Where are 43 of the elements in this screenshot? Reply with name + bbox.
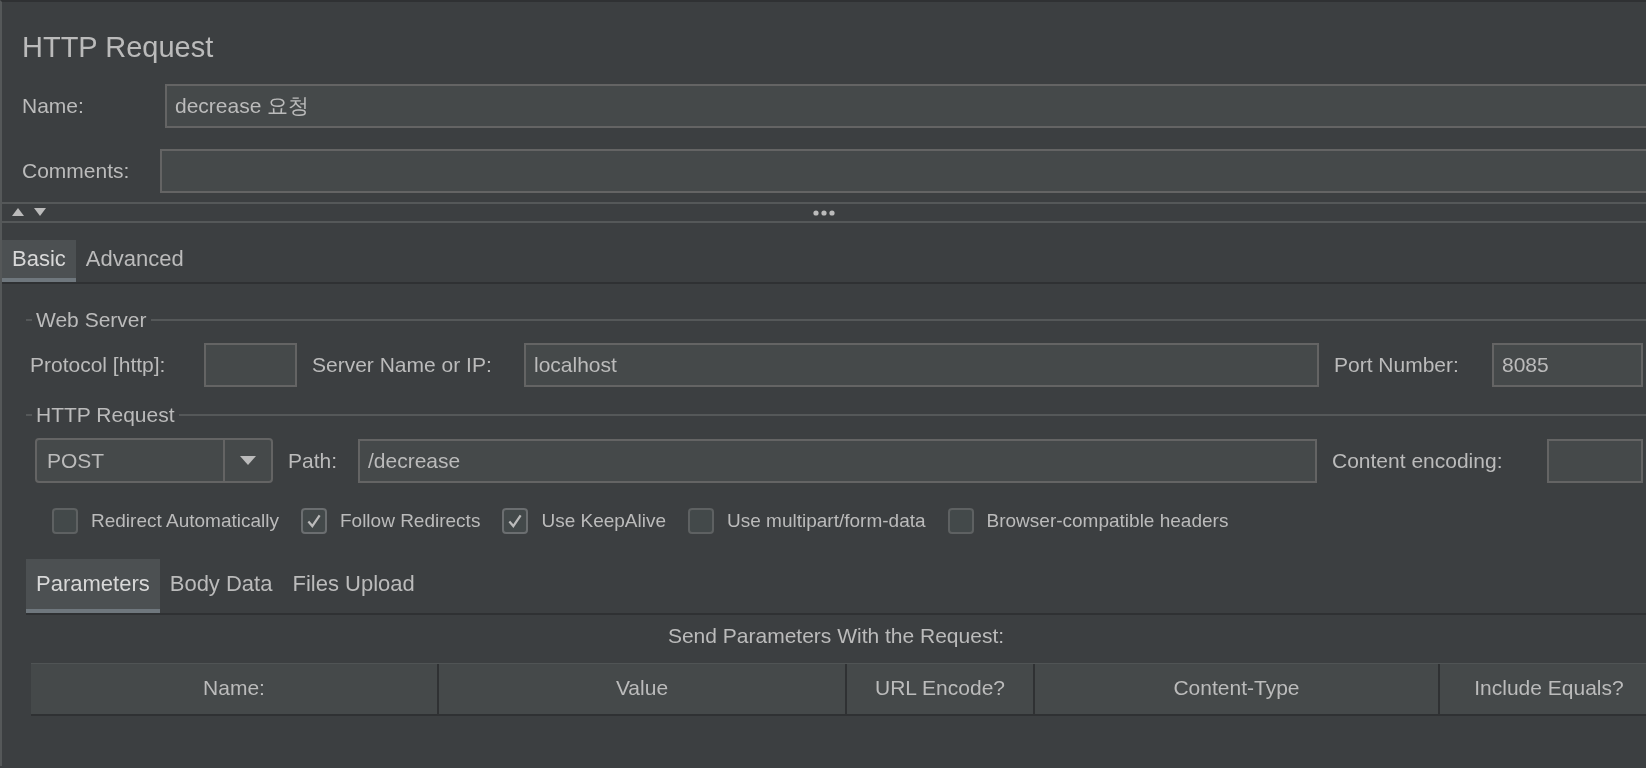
- expand-down-icon[interactable]: [34, 208, 46, 216]
- column-header[interactable]: Name:: [31, 664, 439, 714]
- method-dropdown[interactable]: POST: [35, 438, 273, 483]
- checkbox[interactable]: [688, 508, 715, 534]
- field-label: Server Name or IP:: [312, 353, 493, 377]
- tab[interactable]: Body Data: [159, 559, 283, 613]
- field-label: Comments:: [22, 159, 131, 183]
- tab[interactable]: Basic: [2, 240, 76, 282]
- collapse-up-icon[interactable]: [12, 208, 24, 216]
- port-field[interactable]: 8085: [1492, 343, 1643, 387]
- field-label: Port Number:: [1334, 353, 1460, 377]
- checkbox-label: Follow Redirects: [339, 510, 481, 532]
- checkbox[interactable]: [502, 508, 529, 534]
- column-header[interactable]: Value: [439, 664, 847, 714]
- checkbox-label: Browser-compatible headers: [986, 510, 1229, 532]
- caret-icon: [240, 456, 256, 465]
- checkbox-label: Redirect Automatically: [91, 510, 279, 532]
- group-title: HTTP Request: [35, 403, 176, 427]
- tab[interactable]: Advanced: [75, 240, 194, 282]
- protocol-field[interactable]: [204, 343, 297, 387]
- field-label: Path:: [288, 448, 339, 473]
- comments-field[interactable]: [160, 149, 1646, 193]
- field-label: Content encoding:: [1332, 448, 1504, 473]
- splitter-handle-icon[interactable]: [813, 209, 835, 216]
- checkbox-label: Use multipart/form-data: [727, 510, 926, 532]
- checkbox[interactable]: [300, 508, 327, 534]
- checkbox[interactable]: [52, 508, 78, 534]
- checkbox[interactable]: [947, 508, 974, 534]
- column-header[interactable]: Include Equals?: [1440, 664, 1646, 714]
- panel-title: HTTP Request: [22, 30, 215, 65]
- field-label: Name:: [22, 94, 85, 118]
- tab[interactable]: Files Upload: [282, 559, 425, 613]
- column-header[interactable]: Content-Type: [1035, 664, 1440, 714]
- tab[interactable]: Parameters: [26, 559, 160, 613]
- column-header[interactable]: URL Encode?: [847, 664, 1035, 714]
- checkbox-label: Use KeepAlive: [541, 510, 667, 532]
- path-field[interactable]: /decrease: [358, 438, 1317, 483]
- table-caption: Send Parameters With the Request:: [666, 623, 1006, 649]
- field-label: Protocol [http]:: [30, 353, 167, 377]
- server-field[interactable]: localhost: [524, 343, 1319, 387]
- group-title: Web Server: [35, 308, 148, 332]
- name-field[interactable]: decrease 요청: [165, 84, 1646, 128]
- encoding-field[interactable]: [1547, 438, 1643, 483]
